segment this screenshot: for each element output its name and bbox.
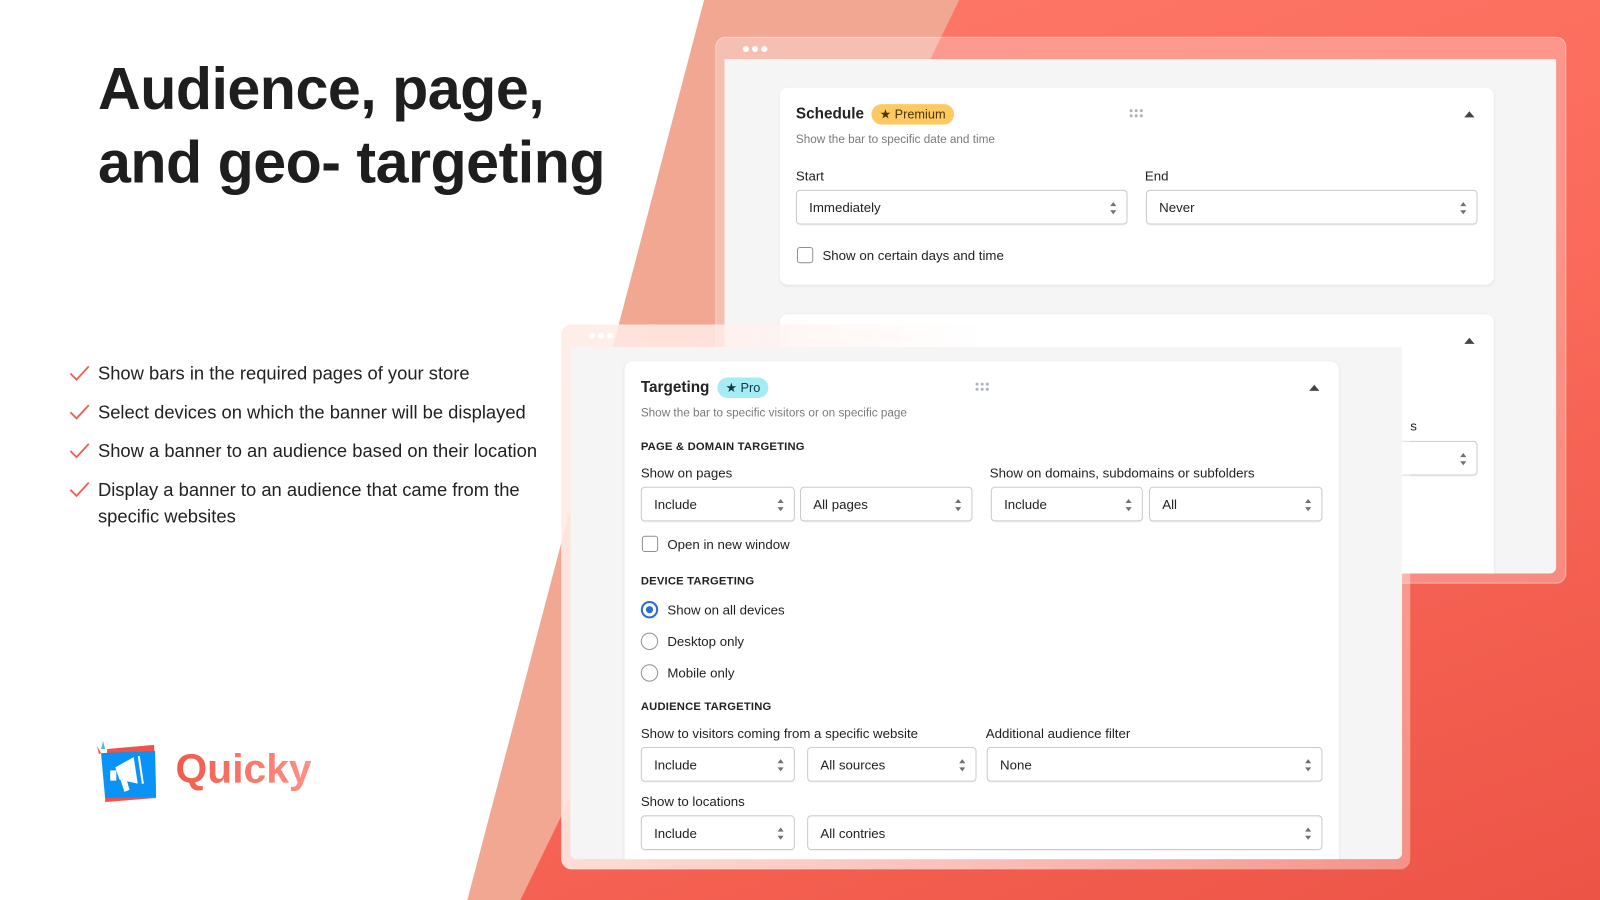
section-heading: PAGE & DOMAIN TARGETING [640, 440, 805, 454]
checkmark-icon [69, 482, 90, 498]
card-title: Schedule [795, 105, 864, 123]
checkbox-label: Show on certain days and time [822, 247, 1004, 264]
locations-mode-select[interactable]: Include [640, 815, 795, 851]
radio-desktop-only[interactable] [640, 632, 659, 651]
select-arrows-icon [1110, 202, 1117, 215]
select-value: Include [654, 496, 697, 513]
card-subtitle: Show the bar to specific date and time [795, 133, 995, 146]
feature-text: Select devices on which the banner will … [97, 402, 526, 423]
badge-label: Premium [894, 107, 946, 122]
audience-filter-select[interactable]: None [986, 746, 1323, 782]
certain-days-checkbox[interactable] [796, 246, 814, 264]
targeting-window: Targeting ★ Pro Show the bar to specific… [561, 324, 1411, 870]
select-value: All contries [820, 825, 886, 841]
radio-mobile-only[interactable] [640, 664, 659, 682]
badge-label: Pro [740, 380, 761, 395]
select-arrows-icon [1125, 498, 1132, 512]
feature-item: Show bars in the required pages of your … [69, 360, 549, 387]
window-content: Targeting ★ Pro Show the bar to specific… [570, 346, 1403, 860]
select-arrows-icon [959, 759, 966, 772]
collapse-caret-icon[interactable] [1309, 384, 1320, 391]
select-value: Never [1159, 200, 1195, 216]
feature-text: Show bars in the required pages of your … [97, 363, 470, 384]
drag-handle-icon[interactable] [1129, 109, 1143, 118]
select-arrows-icon [1460, 453, 1467, 466]
end-select[interactable]: Never [1145, 189, 1478, 225]
select-value: Include [654, 757, 697, 773]
checkmark-icon [69, 404, 90, 420]
title-line-2: and geo- targeting [97, 129, 606, 196]
checkmark-icon [69, 365, 90, 381]
source-value-select[interactable]: All sources [807, 746, 977, 782]
section-heading: AUDIENCE TARGETING [640, 701, 772, 714]
select-value: Include [654, 825, 697, 841]
select-arrows-icon [1305, 827, 1312, 840]
start-select[interactable]: Immediately [795, 189, 1128, 225]
field-label: Show to locations [640, 793, 745, 810]
radio-label: Show on all devices [667, 602, 785, 618]
select-arrows-icon [1460, 202, 1467, 215]
feature-text: Display a banner to an audience that cam… [97, 479, 520, 527]
partial-label: s [1410, 418, 1417, 434]
premium-badge: ★ Premium [871, 104, 954, 125]
radio-label: Desktop only [667, 633, 745, 649]
radio-label: Mobile only [667, 665, 735, 681]
drag-handle-icon[interactable] [975, 382, 989, 391]
pages-value-select[interactable]: All pages [800, 486, 973, 522]
locations-value-select[interactable]: All contries [807, 815, 1323, 851]
section-heading: DEVICE TARGETING [640, 575, 755, 588]
select-value: Immediately [809, 200, 881, 216]
select-value: Include [1004, 496, 1047, 513]
start-label: Start [795, 168, 824, 184]
select-arrows-icon [777, 827, 784, 840]
hero-title: Audience, page, and geo- targeting [97, 53, 606, 200]
title-line-1: Audience, page, [97, 56, 545, 123]
feature-item: Select devices on which the banner will … [69, 399, 549, 426]
select-arrows-icon [1305, 498, 1312, 512]
window-dots-icon [588, 332, 614, 339]
checkmark-icon [69, 443, 90, 459]
schedule-card: Schedule ★ Premium Show the bar to speci… [779, 87, 1494, 285]
feature-text: Show a banner to an audience based on th… [97, 440, 538, 462]
select-arrows-icon [1305, 759, 1312, 772]
source-mode-select[interactable]: Include [640, 746, 795, 782]
new-window-checkbox[interactable] [641, 535, 659, 553]
field-label: Show to visitors coming from a specific … [640, 725, 919, 741]
window-dots-icon [742, 45, 768, 53]
collapse-caret-icon[interactable] [1464, 337, 1475, 344]
select-value: All [1162, 496, 1177, 513]
radio-all-devices[interactable] [640, 601, 659, 619]
field-label: Additional audience filter [985, 725, 1131, 741]
collapse-caret-icon[interactable] [1464, 111, 1475, 118]
select-value: None [1000, 757, 1032, 773]
checkbox-label: Open in new window [667, 536, 790, 553]
brand-name: Quicky [175, 746, 312, 792]
select-arrows-icon [777, 498, 784, 512]
card-title: Targeting [640, 378, 710, 396]
domains-value-select[interactable]: All [1148, 486, 1323, 522]
targeting-card: Targeting ★ Pro Show the bar to specific… [624, 361, 1339, 860]
feature-item: Display a banner to an audience that cam… [69, 477, 549, 530]
field-label: Show on pages [640, 465, 733, 481]
field-label: Show on domains, subdomains or subfolder… [989, 465, 1255, 481]
domains-mode-select[interactable]: Include [990, 486, 1143, 522]
select-arrows-icon [777, 759, 784, 772]
end-label: End [1144, 168, 1169, 184]
quicky-logo-icon [96, 740, 157, 803]
select-value: All pages [813, 496, 868, 513]
pro-badge: ★ Pro [717, 377, 769, 398]
select-value: All sources [820, 757, 886, 773]
feature-item: Show a banner to an audience based on th… [69, 438, 549, 465]
card-subtitle: Show the bar to specific visitors or on … [640, 407, 907, 420]
pages-mode-select[interactable]: Include [640, 486, 795, 522]
select-arrows-icon [955, 498, 962, 512]
